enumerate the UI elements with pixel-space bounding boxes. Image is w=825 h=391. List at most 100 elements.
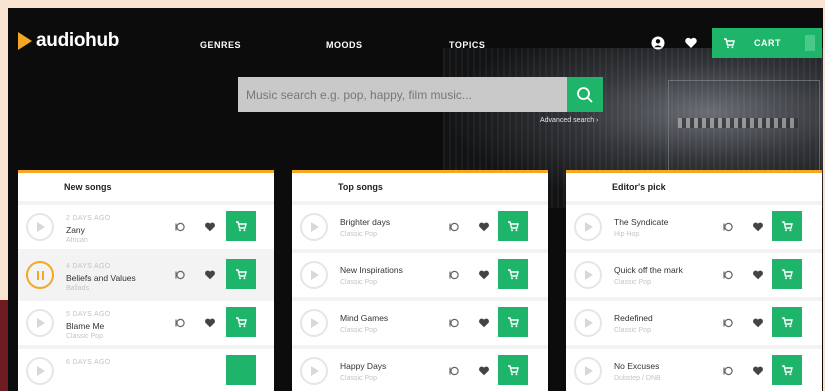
- top-songs-card: Top songs Brighter days Classic Pop New …: [292, 170, 548, 391]
- search-input[interactable]: [238, 77, 567, 112]
- user-account-icon[interactable]: [651, 36, 665, 50]
- play-icon: [585, 318, 593, 328]
- add-to-cart-button[interactable]: [498, 211, 528, 241]
- pause-button[interactable]: [26, 261, 54, 289]
- play-button[interactable]: [26, 309, 54, 337]
- play-button[interactable]: [300, 213, 328, 241]
- song-title[interactable]: Mind Games: [340, 313, 388, 323]
- similar-songs-icon[interactable]: [174, 269, 186, 281]
- favorite-heart-icon[interactable]: [752, 317, 764, 329]
- song-row[interactable]: Happy Days Classic Pop: [292, 349, 548, 391]
- song-row[interactable]: Mind Games Classic Pop: [292, 301, 548, 345]
- song-row-playing[interactable]: 4 DAYS AGO Beliefs and Values Ballads: [18, 253, 274, 297]
- play-button[interactable]: [574, 213, 602, 241]
- logo[interactable]: audiohub: [18, 30, 119, 52]
- play-icon: [37, 318, 45, 328]
- song-row[interactable]: Redefined Classic Pop: [566, 301, 822, 345]
- card-title: Editor's pick: [566, 173, 822, 201]
- play-button[interactable]: [574, 261, 602, 289]
- nav-moods[interactable]: MOODS: [326, 40, 363, 50]
- cart-button[interactable]: CART: [712, 28, 822, 58]
- song-row[interactable]: 6 DAYS AGO: [18, 349, 274, 391]
- search-button[interactable]: [567, 77, 603, 112]
- similar-songs-icon[interactable]: [174, 221, 186, 233]
- add-to-cart-button[interactable]: [226, 355, 256, 385]
- song-row[interactable]: 5 DAYS AGO Blame Me Classic Pop: [18, 301, 274, 345]
- play-button[interactable]: [26, 213, 54, 241]
- song-title[interactable]: Redefined: [614, 313, 653, 323]
- play-button[interactable]: [300, 309, 328, 337]
- favorite-heart-icon[interactable]: [204, 221, 216, 233]
- song-row[interactable]: The Syndicate Hip Hop: [566, 205, 822, 249]
- song-row[interactable]: 2 DAYS AGO Zany African: [18, 205, 274, 249]
- song-title[interactable]: Quick off the mark: [614, 265, 683, 275]
- add-to-cart-button[interactable]: [226, 211, 256, 241]
- favorites-heart-icon[interactable]: [684, 36, 698, 50]
- favorite-heart-icon[interactable]: [478, 365, 490, 377]
- add-to-cart-button[interactable]: [498, 259, 528, 289]
- song-genre: Classic Pop: [66, 333, 103, 340]
- add-to-cart-button[interactable]: [772, 355, 802, 385]
- song-date: 5 DAYS AGO: [66, 311, 111, 318]
- favorite-heart-icon[interactable]: [752, 221, 764, 233]
- advanced-search-link[interactable]: Advanced search ›: [540, 117, 598, 124]
- play-button[interactable]: [26, 357, 54, 385]
- favorite-heart-icon[interactable]: [752, 269, 764, 281]
- add-to-cart-button[interactable]: [498, 355, 528, 385]
- song-title[interactable]: Happy Days: [340, 361, 386, 371]
- play-button[interactable]: [574, 309, 602, 337]
- song-title[interactable]: New Inspirations: [340, 265, 403, 275]
- favorite-heart-icon[interactable]: [478, 317, 490, 329]
- similar-songs-icon[interactable]: [722, 269, 734, 281]
- song-title[interactable]: The Syndicate: [614, 217, 668, 227]
- song-title[interactable]: Brighter days: [340, 217, 390, 227]
- add-to-cart-button[interactable]: [772, 259, 802, 289]
- play-button[interactable]: [300, 261, 328, 289]
- add-to-cart-button[interactable]: [226, 307, 256, 337]
- add-to-cart-button[interactable]: [772, 307, 802, 337]
- play-logo-icon: [18, 32, 32, 50]
- cart-icon: [782, 269, 793, 280]
- similar-songs-icon[interactable]: [448, 365, 460, 377]
- similar-songs-icon[interactable]: [722, 317, 734, 329]
- play-button[interactable]: [574, 357, 602, 385]
- similar-songs-icon[interactable]: [722, 221, 734, 233]
- similar-songs-icon[interactable]: [448, 221, 460, 233]
- song-row[interactable]: New Inspirations Classic Pop: [292, 253, 548, 297]
- song-genre: Classic Pop: [340, 327, 377, 334]
- cart-icon: [236, 317, 247, 328]
- favorite-heart-icon[interactable]: [478, 221, 490, 233]
- cart-icon: [508, 269, 519, 280]
- song-genre: African: [66, 237, 88, 244]
- nav-genres[interactable]: GENRES: [200, 40, 241, 50]
- similar-songs-icon[interactable]: [174, 317, 186, 329]
- song-row[interactable]: Quick off the mark Classic Pop: [566, 253, 822, 297]
- similar-songs-icon[interactable]: [448, 269, 460, 281]
- song-row[interactable]: Brighter days Classic Pop: [292, 205, 548, 249]
- similar-songs-icon[interactable]: [448, 317, 460, 329]
- song-genre: Ballads: [66, 285, 89, 292]
- nav-topics[interactable]: TOPICS: [449, 40, 485, 50]
- song-row[interactable]: No Excuses Dubstep / DNB: [566, 349, 822, 391]
- top-strip: [0, 0, 825, 8]
- favorite-heart-icon[interactable]: [478, 269, 490, 281]
- play-icon: [585, 222, 593, 232]
- editors-pick-card: Editor's pick The Syndicate Hip Hop Quic…: [566, 170, 822, 391]
- add-to-cart-button[interactable]: [772, 211, 802, 241]
- song-title[interactable]: Zany: [66, 225, 85, 235]
- favorite-heart-icon[interactable]: [752, 365, 764, 377]
- play-icon: [585, 366, 593, 376]
- play-button[interactable]: [300, 357, 328, 385]
- song-title[interactable]: Blame Me: [66, 321, 104, 331]
- add-to-cart-button[interactable]: [498, 307, 528, 337]
- song-title[interactable]: Beliefs and Values: [66, 273, 136, 283]
- cart-icon: [508, 221, 519, 232]
- favorite-heart-icon[interactable]: [204, 317, 216, 329]
- song-date: 4 DAYS AGO: [66, 263, 111, 270]
- favorite-heart-icon[interactable]: [204, 269, 216, 281]
- add-to-cart-button[interactable]: [226, 259, 256, 289]
- song-title[interactable]: No Excuses: [614, 361, 659, 371]
- card-title: Top songs: [292, 173, 548, 201]
- similar-songs-icon[interactable]: [722, 365, 734, 377]
- play-icon: [585, 270, 593, 280]
